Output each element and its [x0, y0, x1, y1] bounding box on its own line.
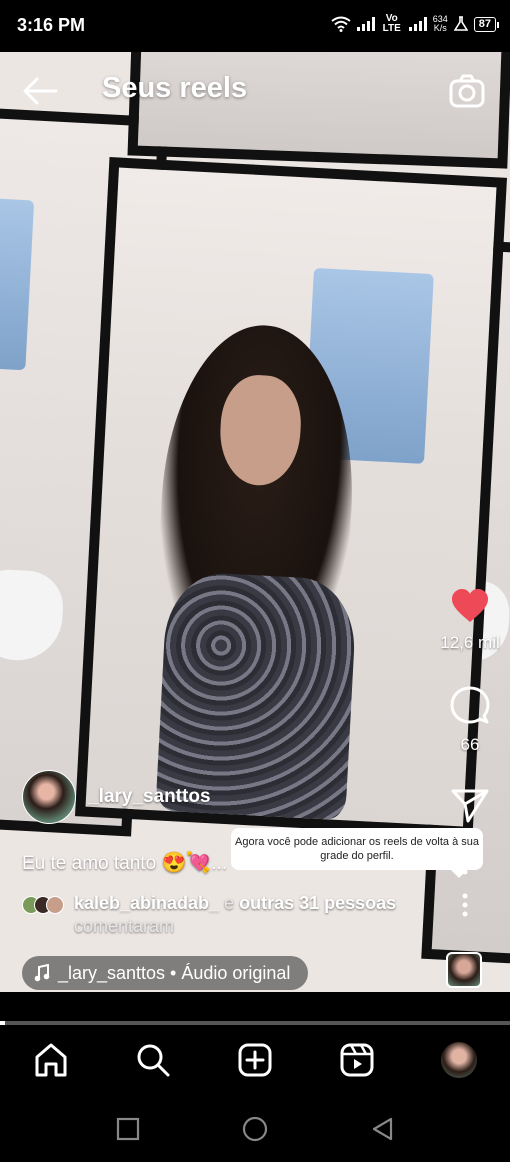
comment-icon — [450, 686, 490, 724]
music-note-icon — [34, 964, 50, 982]
back-triangle-icon[interactable] — [370, 1116, 396, 1142]
bottom-nav — [0, 1026, 510, 1096]
recents-icon[interactable] — [115, 1116, 141, 1142]
commenter-user[interactable]: kaleb_abinadab_ — [74, 893, 219, 913]
signal-icon-2 — [408, 17, 427, 31]
person — [146, 320, 371, 821]
comments-text: kaleb_abinadab_ e outras 31 pessoas come… — [74, 892, 396, 938]
towel-left — [0, 197, 35, 371]
status-bar: 3:16 PM Vo LTE 634 K/s 87 — [0, 0, 510, 52]
caption[interactable]: Eu te amo tanto 😍💘... — [22, 850, 227, 875]
profile-grid-tooltip[interactable]: Agora você pode adicionar os reels de vo… — [231, 828, 483, 878]
comment-button[interactable]: 66 — [430, 686, 510, 755]
author-avatar[interactable] — [22, 770, 76, 824]
net-speed-unit: K/s — [433, 23, 447, 33]
system-nav — [0, 1096, 510, 1162]
home-icon[interactable] — [33, 1042, 69, 1078]
heart-eyes-emoji: 😍 — [161, 852, 187, 874]
tooltip-text: Agora você pode adicionar os reels de vo… — [235, 836, 479, 862]
share-button[interactable] — [430, 788, 510, 829]
arrow-left-icon[interactable] — [22, 76, 58, 106]
audio-pill[interactable]: _lary_santtos • Áudio original — [22, 956, 309, 990]
home-circle-icon[interactable] — [242, 1116, 268, 1142]
comment-count: 66 — [460, 735, 480, 754]
profile-avatar[interactable] — [441, 1042, 477, 1078]
reels-header: Seus reels — [0, 52, 510, 132]
comments-verb: comentaram — [74, 916, 175, 936]
volte-label: Vo LTE — [382, 13, 401, 34]
caption-ellipsis: ... — [211, 853, 228, 874]
status-icons: Vo LTE 634 K/s 87 — [331, 13, 500, 34]
heart-icon — [452, 589, 488, 622]
more-options-icon[interactable] — [455, 890, 475, 920]
commenter-avatars — [22, 896, 66, 916]
battery-indicator: 87 — [473, 16, 500, 32]
audio-label: _lary_santtos • Áudio original — [58, 962, 291, 983]
more-options-icon-faded — [462, 869, 468, 875]
create-icon[interactable] — [237, 1042, 273, 1078]
sink-left — [0, 567, 65, 663]
like-count: 12,6 mil — [440, 633, 500, 652]
video-progress-bar[interactable] — [0, 1021, 510, 1025]
like-button[interactable]: 12,6 mil — [430, 588, 510, 653]
camera-icon[interactable] — [448, 72, 486, 110]
ribbon-heart-emoji: 💘 — [186, 852, 212, 874]
page-title: Seus reels — [102, 72, 248, 104]
status-time: 3:16 PM — [17, 15, 86, 35]
caption-text: Eu te amo tanto — [22, 853, 157, 874]
comments-others[interactable]: outras 31 pessoas — [239, 893, 396, 913]
signal-icon — [356, 17, 375, 31]
search-icon[interactable] — [135, 1042, 171, 1078]
wifi-icon — [331, 16, 351, 32]
flask-icon — [453, 16, 468, 31]
net-speed: 634 K/s — [433, 15, 448, 33]
author-name[interactable]: _lary_santtos — [88, 786, 211, 808]
reels-icon[interactable] — [339, 1042, 375, 1078]
commenter-avatar-3 — [46, 896, 64, 914]
audio-thumbnail[interactable] — [446, 952, 482, 988]
comments-connector: e — [219, 893, 240, 913]
author-row[interactable]: _lary_santtos — [22, 770, 211, 824]
send-icon — [451, 789, 489, 823]
video-progress-fill — [0, 1021, 6, 1025]
